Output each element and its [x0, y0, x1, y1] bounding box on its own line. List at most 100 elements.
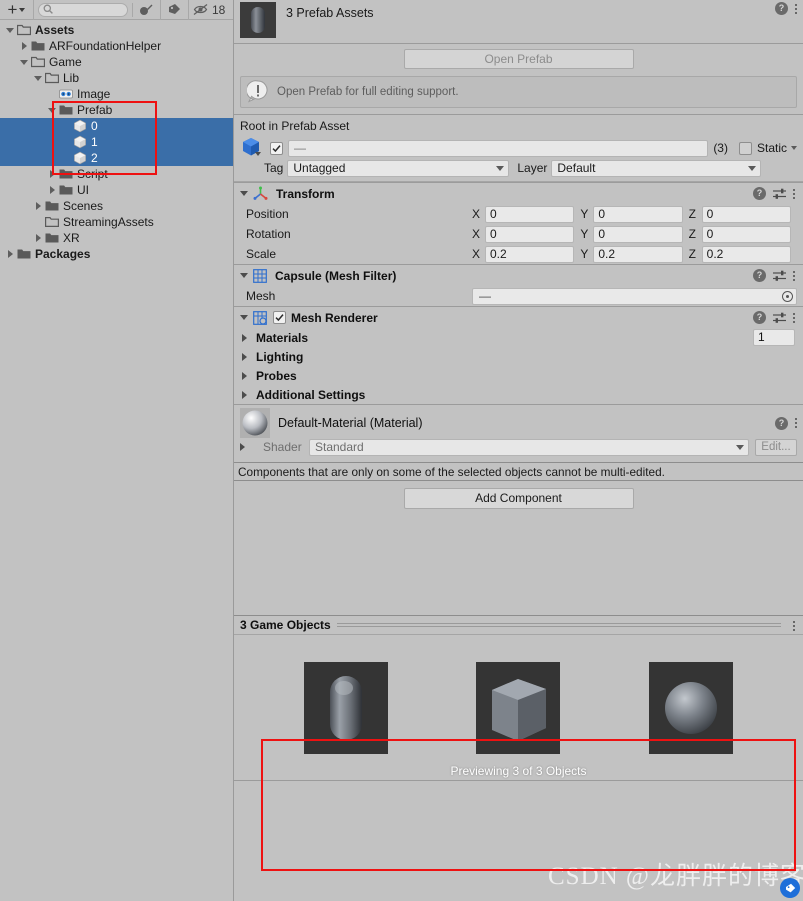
tree-item-1[interactable]: 1: [0, 134, 233, 150]
tree-rows: Assets ARFoundationHelper Game Lib Image Pref…: [0, 22, 233, 262]
mesh-object-field[interactable]: —: [472, 287, 797, 305]
tag-icon[interactable]: [161, 0, 189, 20]
axis-input-z[interactable]: 0: [701, 225, 791, 243]
inspector-title: 3 Prefab Assets: [286, 6, 374, 20]
more-options-icon[interactable]: [793, 188, 795, 199]
hidden-objects-toggle[interactable]: 18: [189, 0, 233, 20]
help-icon[interactable]: ?: [775, 416, 788, 430]
prefab-dropdown-arrow[interactable]: [255, 152, 261, 156]
axis-label-z: Z: [688, 207, 696, 221]
tree-item-label: Image: [77, 87, 111, 101]
help-icon[interactable]: ?: [775, 2, 788, 15]
create-menu-button[interactable]: +: [0, 0, 34, 20]
tree-item-assets[interactable]: Assets: [0, 22, 233, 38]
search-input[interactable]: [38, 2, 128, 17]
tree-item-arfoundationhelper[interactable]: ARFoundationHelper: [0, 38, 233, 54]
gameobject-name-input[interactable]: —: [288, 139, 709, 157]
axis-input-x[interactable]: 0: [485, 225, 575, 243]
tree-item-script[interactable]: Script: [0, 166, 233, 182]
tree-expand-arrow[interactable]: [32, 75, 44, 81]
sprite-atlas-icon: [59, 89, 73, 99]
preview-grip[interactable]: [336, 622, 781, 628]
help-icon[interactable]: ?: [753, 187, 766, 200]
preset-icon[interactable]: [773, 270, 786, 282]
tree-expand-arrow[interactable]: [18, 59, 30, 65]
help-icon[interactable]: ?: [753, 269, 766, 282]
tree-item-0[interactable]: 0: [0, 118, 233, 134]
tree-item-prefab[interactable]: Prefab: [0, 102, 233, 118]
foldout-arrow-icon[interactable]: [240, 315, 248, 320]
more-options-icon[interactable]: [795, 3, 797, 14]
axis-label-x: X: [472, 207, 481, 221]
capsule-preview-icon: [251, 7, 265, 33]
preview-body[interactable]: Previewing 3 of 3 Objects: [234, 635, 803, 780]
edit-shader-button[interactable]: Edit...: [755, 438, 797, 456]
tree-expand-arrow[interactable]: [46, 107, 58, 113]
tree-item-image[interactable]: Image: [0, 86, 233, 102]
tree-item-packages[interactable]: Packages: [0, 246, 233, 262]
open-prefab-button[interactable]: Open Prefab: [403, 49, 634, 69]
more-options-icon[interactable]: [793, 270, 795, 281]
axis-input-z[interactable]: 0.2: [701, 245, 791, 263]
prefab-icon: [240, 136, 264, 160]
shader-dropdown[interactable]: Standard: [309, 438, 749, 456]
chevron-right-icon: [35, 202, 41, 210]
tree-expand-arrow[interactable]: [18, 42, 30, 50]
axis-input-y[interactable]: 0: [593, 205, 683, 223]
tree-expand-arrow[interactable]: [4, 27, 16, 33]
tree-item-label: Script: [77, 167, 108, 181]
static-checkbox[interactable]: [738, 141, 752, 155]
tree-expand-arrow[interactable]: [32, 202, 44, 210]
axis-input-z[interactable]: 0: [701, 205, 791, 223]
tree-item-game[interactable]: Game: [0, 54, 233, 70]
add-component-button[interactable]: Add Component: [403, 487, 634, 509]
gameobject-enabled-checkbox[interactable]: [270, 141, 283, 155]
paint-icon[interactable]: [133, 0, 161, 20]
more-options-icon[interactable]: [793, 312, 795, 323]
more-options-icon[interactable]: [793, 621, 795, 631]
tag-dropdown[interactable]: Untagged: [287, 159, 510, 177]
tree-expand-arrow[interactable]: [46, 170, 58, 178]
transform-header[interactable]: Transform ?: [234, 183, 803, 204]
axis-input-x[interactable]: 0: [485, 205, 575, 223]
tree-item-ui[interactable]: UI: [0, 182, 233, 198]
tree-item-streamingassets[interactable]: StreamingAssets: [0, 214, 233, 230]
axis-x: X 0.2: [472, 245, 580, 263]
foldout-probes[interactable]: Probes: [234, 366, 803, 385]
foldout-lighting[interactable]: Lighting: [234, 347, 803, 366]
tree-item-xr[interactable]: XR: [0, 230, 233, 246]
material-header-actions: ?: [775, 416, 797, 430]
material-block: Default-Material (Material) ? Shader Sta…: [234, 404, 803, 462]
layer-dropdown[interactable]: Default: [551, 159, 762, 177]
preview-header[interactable]: 3 Game Objects: [234, 615, 803, 635]
tree-expand-arrow[interactable]: [32, 234, 44, 242]
mesh-renderer-header[interactable]: Mesh Renderer ?: [234, 307, 803, 328]
hierarchy-panel: + 18 Assets ARFoundationHelper Game Lib …: [0, 0, 234, 901]
static-dropdown-arrow[interactable]: [791, 146, 797, 150]
materials-foldout[interactable]: Materials 1: [234, 328, 803, 347]
preset-icon[interactable]: [773, 188, 786, 200]
foldout-additional-settings[interactable]: Additional Settings: [234, 385, 803, 404]
tree-expand-arrow[interactable]: [46, 186, 58, 194]
preset-icon[interactable]: [773, 312, 786, 324]
chevron-right-icon: [49, 170, 55, 178]
axis-input-y[interactable]: 0.2: [593, 245, 683, 263]
more-options-icon[interactable]: [795, 418, 797, 428]
tree-item-lib[interactable]: Lib: [0, 70, 233, 86]
axis-input-y[interactable]: 0: [593, 225, 683, 243]
mesh-renderer-enabled-checkbox[interactable]: [273, 311, 286, 324]
axis-input-x[interactable]: 0.2: [485, 245, 575, 263]
root-section-label: Root in Prefab Asset: [234, 114, 803, 136]
multi-edit-note: Components that are only on some of the …: [234, 462, 803, 481]
tree-expand-arrow[interactable]: [4, 250, 16, 258]
foldout-arrow-icon[interactable]: [240, 191, 248, 196]
tree-item-2[interactable]: 2: [0, 150, 233, 166]
mesh-filter-header[interactable]: Capsule (Mesh Filter) ?: [234, 265, 803, 286]
search-icon: [43, 4, 53, 14]
object-picker-icon[interactable]: [782, 290, 793, 302]
help-icon[interactable]: ?: [753, 311, 766, 324]
tree-item-scenes[interactable]: Scenes: [0, 198, 233, 214]
foldout-arrow-icon[interactable]: [240, 273, 248, 278]
materials-count-field[interactable]: 1: [753, 329, 795, 346]
shader-label: Shader: [263, 440, 302, 454]
